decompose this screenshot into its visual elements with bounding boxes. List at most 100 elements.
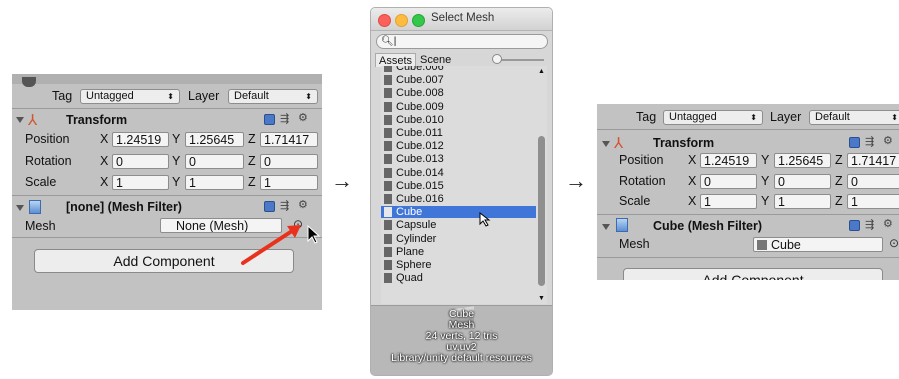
gear-icon[interactable]: ⚙: [298, 198, 308, 211]
transform-axis-icon: ⅄: [28, 112, 38, 129]
mesh-list-item-label: Cylinder: [396, 232, 437, 245]
preset-icon[interactable]: ⇶: [280, 112, 289, 125]
layer-label: Layer: [188, 89, 220, 103]
rotation-x-field[interactable]: 0: [700, 174, 757, 189]
mesh-icon: [384, 246, 392, 257]
flow-arrow: →: [331, 168, 353, 193]
minimize-button[interactable]: [395, 14, 408, 27]
preset-icon[interactable]: ⇶: [865, 135, 874, 148]
tab-scene[interactable]: Scene: [417, 53, 454, 67]
mesh-list-item-label: Cube.014: [396, 166, 444, 179]
mesh-list-item[interactable]: Cube.012: [381, 140, 537, 152]
icon-size-slider[interactable]: [496, 59, 544, 61]
dropdown-arrows-icon: ⬍: [167, 92, 174, 101]
mesh-list-item[interactable]: Cube.016: [381, 193, 537, 205]
close-button[interactable]: [378, 14, 391, 27]
gear-icon[interactable]: ⚙: [298, 111, 308, 124]
object-picker-icon[interactable]: ⊙: [889, 236, 899, 250]
mesh-object-field[interactable]: Cube: [753, 237, 883, 252]
mesh-list-item[interactable]: Cube.011: [381, 127, 537, 139]
help-book-icon[interactable]: [264, 201, 275, 212]
select-mesh-window: Select Mesh 🔍︎| Assets Scene Cube.006 Cub…: [370, 7, 553, 376]
scale-x-field[interactable]: 1: [700, 194, 757, 209]
position-x-field[interactable]: 1.24519: [112, 132, 169, 147]
position-y-field[interactable]: 1.25645: [774, 153, 831, 168]
search-input[interactable]: 🔍︎|: [376, 34, 548, 49]
position-x-field[interactable]: 1.24519: [700, 153, 757, 168]
foldout-arrow-icon[interactable]: [16, 117, 24, 123]
scroll-down-icon[interactable]: ▼: [538, 295, 545, 302]
scroll-up-icon[interactable]: ▲: [538, 68, 545, 75]
scale-x-field[interactable]: 1: [112, 175, 169, 190]
mesh-label: Mesh: [619, 237, 650, 251]
zoom-button[interactable]: [412, 14, 425, 27]
mesh-list-item[interactable]: Quad: [381, 272, 537, 284]
preset-icon[interactable]: ⇶: [280, 199, 289, 212]
mesh-list-item[interactable]: Cylinder: [381, 233, 537, 245]
mesh-list: Cube.006 Cube.007 Cube.008 Cube.009 Cube.010…: [381, 66, 537, 304]
mesh-list-item[interactable]: Cube.010: [381, 114, 537, 126]
mesh-list-item[interactable]: Capsule: [381, 219, 537, 231]
tag-dropdown[interactable]: Untagged ⬍: [80, 89, 180, 104]
rotation-y-field[interactable]: 0: [774, 174, 831, 189]
axis-y-label: Y: [761, 153, 770, 167]
list-scrollbar[interactable]: ▲ ▼: [536, 66, 547, 304]
scale-y-field[interactable]: 1: [185, 175, 244, 190]
tag-dropdown[interactable]: Untagged ⬍: [663, 110, 763, 125]
foldout-arrow-icon[interactable]: [16, 205, 24, 211]
mesh-list-item[interactable]: Cube.013: [381, 153, 537, 165]
help-book-icon[interactable]: [849, 137, 860, 148]
rotation-z-field[interactable]: 0: [847, 174, 899, 189]
scale-z-field[interactable]: 1: [260, 175, 318, 190]
mesh-list-item[interactable]: Plane: [381, 246, 537, 258]
rotation-y-field[interactable]: 0: [185, 154, 244, 169]
scale-z-field[interactable]: 1: [847, 194, 899, 209]
tag-label: Tag: [636, 110, 657, 124]
mesh-list-item[interactable]: Cube.008: [381, 87, 537, 99]
scale-y-field[interactable]: 1: [774, 194, 831, 209]
layer-dropdown[interactable]: Default ⬍: [228, 89, 318, 104]
rotation-z-field[interactable]: 0: [260, 154, 318, 169]
mesh-list-item[interactable]: Cube.014: [381, 167, 537, 179]
axis-x-label: X: [100, 175, 109, 189]
rotation-x-field[interactable]: 0: [112, 154, 169, 169]
mesh-filter-title: Cube (Mesh Filter): [653, 219, 763, 233]
mesh-list-item[interactable]: Sphere: [381, 259, 537, 271]
position-z-field[interactable]: 1.71417: [260, 132, 318, 147]
help-book-icon[interactable]: [264, 114, 275, 125]
foldout-arrow-icon[interactable]: [602, 141, 610, 147]
mesh-list-item[interactable]: Cube.007: [381, 74, 537, 86]
mouse-cursor-icon: [307, 225, 321, 244]
gear-icon[interactable]: ⚙: [883, 134, 893, 147]
add-component-button[interactable]: Add Component: [623, 268, 883, 280]
axis-x-label: X: [100, 132, 109, 146]
title-bar: Select Mesh: [371, 8, 552, 31]
icon-size-slider-knob[interactable]: [492, 54, 502, 64]
annotation-arrow-icon: [241, 225, 301, 265]
mouse-cursor-icon: [479, 212, 491, 227]
mesh-label: Mesh: [25, 219, 56, 233]
axis-y-label: Y: [172, 175, 181, 189]
help-book-icon[interactable]: [849, 220, 860, 231]
mesh-list-item[interactable]: Cube.009: [381, 101, 537, 113]
axis-z-label: Z: [248, 175, 256, 189]
mesh-icon: [384, 75, 392, 86]
gear-icon[interactable]: ⚙: [883, 217, 893, 230]
position-z-field[interactable]: 1.71417: [847, 153, 899, 168]
position-y-field[interactable]: 1.25645: [185, 132, 244, 147]
preset-icon[interactable]: ⇶: [865, 218, 874, 231]
mesh-list-item[interactable]: Cube.015: [381, 180, 537, 192]
tab-assets[interactable]: Assets: [375, 53, 417, 67]
cut-off-header: [12, 74, 322, 84]
layer-dropdown[interactable]: Default ⬍: [809, 110, 899, 125]
inspector-after: Tag Untagged ⬍ Layer Default ⬍ ⅄ Transform…: [597, 104, 899, 280]
rotation-label: Rotation: [619, 174, 666, 188]
mesh-list-item[interactable]: Cube: [381, 206, 537, 219]
mesh-list-item-label: Cube.006: [396, 66, 444, 73]
scale-label: Scale: [25, 175, 57, 189]
foldout-arrow-icon[interactable]: [602, 224, 610, 230]
scrollbar-thumb[interactable]: [538, 136, 545, 286]
mesh-list-item-label: Cube.007: [396, 74, 444, 87]
position-label: Position: [25, 132, 70, 146]
mesh-list-item[interactable]: Cube.006: [381, 66, 537, 73]
